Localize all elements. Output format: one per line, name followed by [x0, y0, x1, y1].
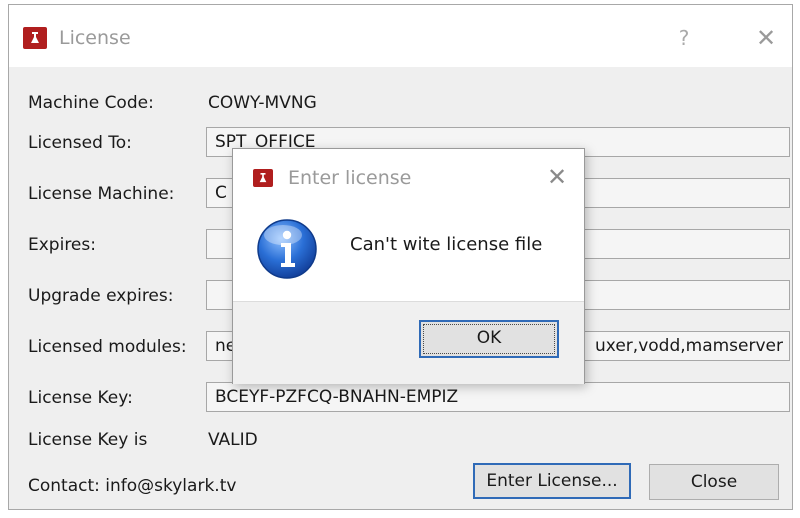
machine-code-value: COWY-MVNG: [208, 93, 317, 113]
enter-license-dialog: Enter license ✕ Can't wite license file …: [232, 148, 585, 384]
upgrade-expires-label: Upgrade expires:: [28, 286, 174, 306]
dialog-message: Can't wite license file: [350, 234, 543, 255]
dialog-title: Enter license: [288, 167, 412, 189]
licensed-modules-value-end: uxer,vodd,mamserver: [595, 336, 783, 356]
dialog-footer: OK: [233, 301, 584, 384]
licensed-to-label: Licensed To:: [28, 133, 132, 153]
license-key-label: License Key:: [28, 388, 133, 408]
expires-label: Expires:: [28, 235, 96, 255]
window-close-button[interactable]: ✕: [751, 23, 781, 53]
license-key-status-value: VALID: [208, 430, 258, 450]
license-machine-label: License Machine:: [28, 184, 175, 204]
ok-button[interactable]: OK: [419, 320, 559, 358]
skylark-logo-icon: [253, 169, 273, 187]
ok-focus-ring: [423, 324, 555, 354]
license-key-field[interactable]: BCEYF-PZFCQ-BNAHN-EMPIZ: [206, 382, 790, 412]
contact-link[interactable]: Contact: info@skylark.tv: [28, 476, 236, 496]
machine-code-label: Machine Code:: [28, 93, 154, 113]
info-icon: [257, 219, 317, 279]
dialog-titlebar[interactable]: Enter license ✕: [233, 149, 584, 205]
dialog-close-button[interactable]: ✕: [543, 163, 571, 191]
close-button[interactable]: Close: [649, 464, 779, 500]
skylark-logo-icon: [23, 27, 47, 49]
help-button[interactable]: ?: [669, 23, 699, 53]
window-title: License: [59, 27, 131, 49]
window-titlebar[interactable]: License ? ✕: [9, 5, 792, 67]
license-key-status-label: License Key is: [28, 430, 148, 450]
enter-license-button[interactable]: Enter License...: [473, 463, 631, 499]
licensed-modules-label: Licensed modules:: [28, 337, 187, 357]
